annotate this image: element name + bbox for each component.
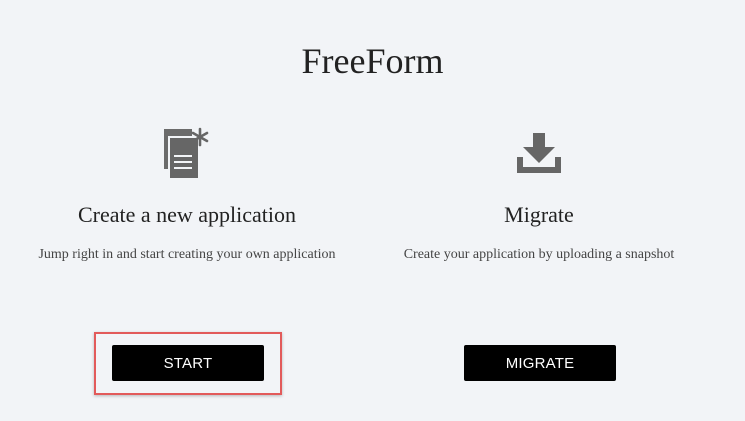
create-card-title: Create a new application — [77, 202, 297, 227]
migrate-card-title: Migrate — [504, 202, 574, 227]
migrate-button[interactable]: MIGRATE — [464, 345, 616, 381]
create-application-card: Create a new application Jump right in a… — [37, 125, 337, 291]
migrate-card-description: Create your application by uploading a s… — [403, 247, 675, 262]
start-button[interactable]: START — [112, 345, 264, 381]
new-document-icon — [37, 125, 337, 183]
migrate-card: Migrate Create your application by uploa… — [389, 125, 689, 291]
download-icon — [389, 125, 689, 183]
app-title: FreeForm — [301, 41, 444, 81]
create-card-description: Jump right in and start creating your ow… — [38, 247, 336, 262]
